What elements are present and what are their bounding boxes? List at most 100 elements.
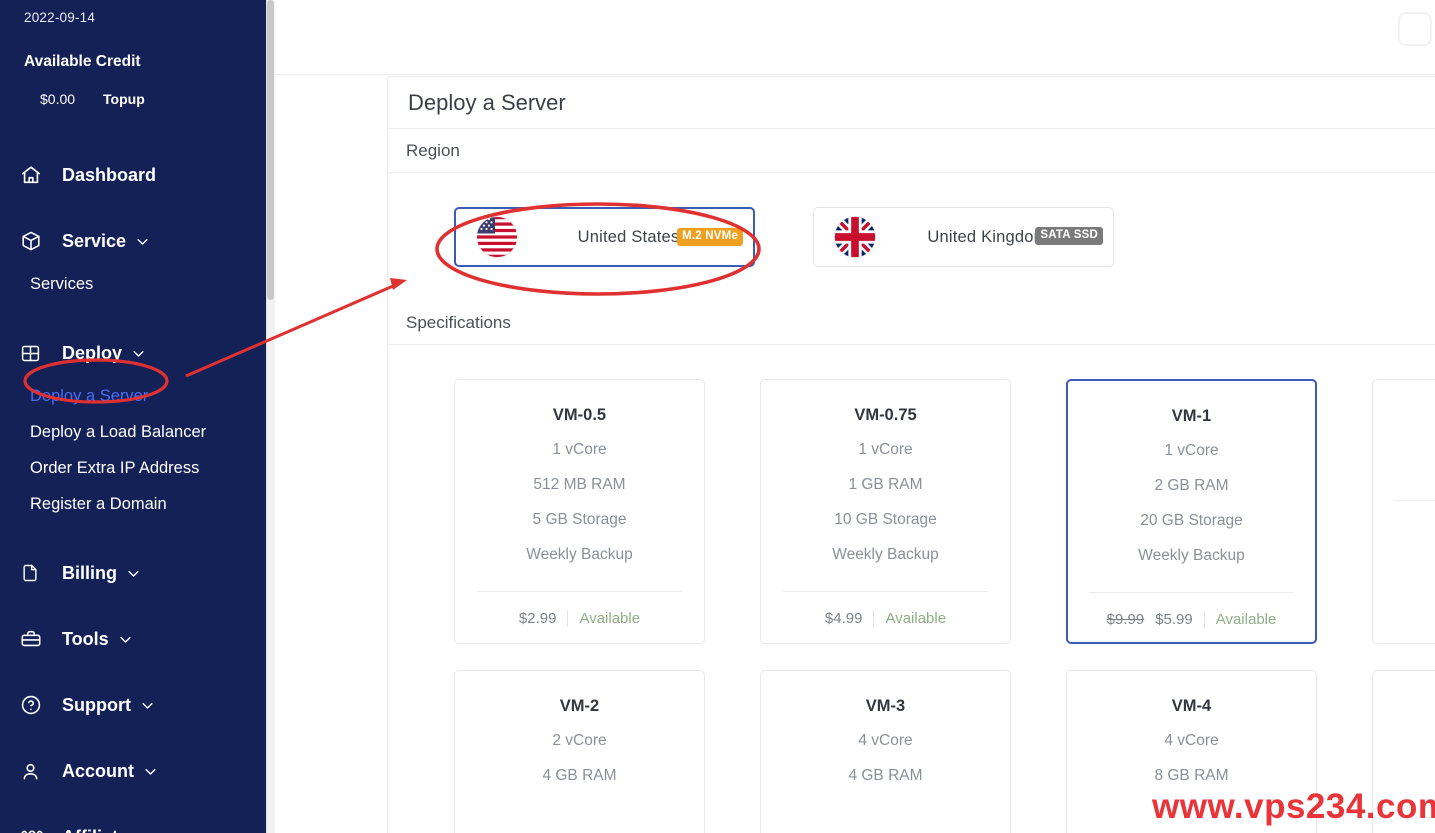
- nav-group-tools: Tools: [0, 614, 266, 664]
- document-icon: [20, 561, 50, 585]
- page-title: Deploy a Server: [388, 77, 1435, 129]
- spec-card-row2-partial[interactable]: [1372, 670, 1435, 833]
- users-icon: [20, 825, 50, 833]
- spec-card-partial[interactable]: $11: [1372, 379, 1435, 644]
- spec-vcore: 1 vCore: [1164, 442, 1219, 459]
- spec-status: Available: [885, 610, 947, 627]
- sidebar-item-tools[interactable]: Tools: [0, 614, 266, 664]
- sidebar-item-account[interactable]: Account: [0, 746, 266, 796]
- nav-group-account: Account: [0, 746, 266, 796]
- chevron-down-icon: [140, 698, 155, 713]
- main-content: Deploy a Server Region United States M.2…: [275, 0, 1435, 833]
- sidebar-item-register-a-domain[interactable]: Register a Domain: [0, 486, 266, 522]
- topbar-divider: [275, 74, 1435, 75]
- specifications-section-header: Specifications: [388, 301, 1435, 345]
- divider: [1395, 500, 1435, 501]
- spec-storage: 10 GB Storage: [834, 511, 937, 528]
- sidebar-item-label: Account: [62, 760, 134, 781]
- spec-card-vm-3[interactable]: VM-3 4 vCore 4 GB RAM: [760, 670, 1011, 833]
- spec-footer: $9.99 $5.99 Available: [1106, 611, 1277, 628]
- spec-ram: 4 GB RAM: [542, 767, 617, 784]
- sidebar-scrollbar-thumb[interactable]: [267, 0, 274, 300]
- spec-price-original: $9.99: [1106, 611, 1145, 628]
- sidebar-item-label: Service: [62, 230, 127, 251]
- spec-title: VM-2: [559, 697, 600, 715]
- spec-card-vm-0-75[interactable]: VM-0.75 1 vCore 1 GB RAM 10 GB Storage W…: [760, 379, 1011, 644]
- question-circle-icon: [20, 693, 50, 717]
- spec-backup: Weekly Backup: [1138, 547, 1245, 564]
- sidebar-item-deploy-a-load-balancer[interactable]: Deploy a Load Balancer: [0, 414, 266, 450]
- spec-card-vm-1[interactable]: VM-1 1 vCore 2 GB RAM 20 GB Storage Week…: [1066, 379, 1317, 644]
- spec-price: $5.99: [1155, 611, 1193, 628]
- spec-storage: 5 GB Storage: [532, 511, 627, 528]
- spec-vcore: 1 vCore: [552, 441, 607, 458]
- nav-group-support: Support: [0, 680, 266, 730]
- chevron-down-icon: [118, 632, 133, 647]
- region-card-united-states[interactable]: United States M.2 NVMe: [454, 207, 755, 267]
- nav-group-dashboard: Dashboard: [0, 150, 266, 200]
- region-section-header: Region: [388, 129, 1435, 173]
- credit-amount: $0.00: [40, 91, 76, 107]
- spec-card-vm-4[interactable]: VM-4 4 vCore 8 GB RAM: [1066, 670, 1317, 833]
- spec-title: VM-1: [1171, 407, 1212, 425]
- sidebar-item-dashboard[interactable]: Dashboard: [0, 150, 266, 200]
- sidebar-nav: Dashboard Service Services Deploy Deploy…: [0, 150, 266, 833]
- region-storage-badge: SATA SSD: [1035, 227, 1103, 245]
- user-icon: [20, 759, 50, 783]
- spec-footer: $2.99 Available: [519, 610, 640, 627]
- sidebar-item-label: Dashboard: [62, 164, 157, 185]
- spec-backup: Weekly Backup: [832, 546, 939, 563]
- app-root: 2022-09-14 Available Credit $0.00 Topup …: [0, 0, 1435, 833]
- home-icon: [20, 163, 50, 187]
- spec-card-vm-0-5[interactable]: VM-0.5 1 vCore 512 MB RAM 5 GB Storage W…: [454, 379, 705, 644]
- divider: [477, 591, 682, 592]
- sidebar-item-order-extra-ip-address[interactable]: Order Extra IP Address: [0, 450, 266, 486]
- sidebar-item-label: Support: [62, 694, 131, 715]
- spec-ram: 8 GB RAM: [1154, 767, 1229, 784]
- spec-title: VM-0.75: [854, 406, 917, 424]
- sidebar-item-deploy-a-server[interactable]: Deploy a Server: [0, 378, 266, 414]
- specifications-section-body: VM-0.5 1 vCore 512 MB RAM 5 GB Storage W…: [388, 345, 1435, 833]
- region-storage-badge: M.2 NVMe: [677, 228, 743, 246]
- topbar-action-button[interactable]: [1398, 12, 1432, 46]
- specification-cards: VM-0.5 1 vCore 512 MB RAM 5 GB Storage W…: [388, 379, 1435, 833]
- sidebar-item-billing[interactable]: Billing: [0, 548, 266, 598]
- spec-status: Available: [579, 610, 641, 627]
- chevron-down-icon: [135, 234, 150, 249]
- spec-card-vm-2[interactable]: VM-2 2 vCore 4 GB RAM: [454, 670, 705, 833]
- spec-ram: 4 GB RAM: [848, 767, 923, 784]
- box-icon: [20, 229, 50, 253]
- region-options: United States M.2 NVMe United Kingdom SA…: [388, 207, 1435, 267]
- region-card-united-kingdom[interactable]: United Kingdom SATA SSD: [813, 207, 1114, 267]
- spec-backup: Weekly Backup: [526, 546, 633, 563]
- spec-price: $4.99: [824, 610, 863, 627]
- chevron-down-icon: [131, 346, 146, 361]
- spec-ram: 2 GB RAM: [1154, 477, 1229, 494]
- sidebar-item-label: Affiliate: [62, 827, 128, 833]
- spec-ram: 1 GB RAM: [848, 476, 923, 493]
- sidebar-item-affiliate[interactable]: Affiliate: [0, 812, 266, 833]
- spec-status: Available: [1215, 611, 1277, 628]
- topup-button[interactable]: Topup: [103, 91, 145, 107]
- sidebar-item-support[interactable]: Support: [0, 680, 266, 730]
- spec-vcore: 1 vCore: [858, 441, 913, 458]
- spec-vcore: 2 vCore: [552, 732, 607, 749]
- divider: [1203, 611, 1205, 628]
- deploy-panel: Deploy a Server Region United States M.2…: [387, 76, 1435, 833]
- sidebar-item-services[interactable]: Services: [0, 266, 266, 302]
- toolbox-icon: [20, 627, 50, 651]
- region-section-body: United States M.2 NVMe United Kingdom SA…: [388, 173, 1435, 301]
- spec-vcore: 4 vCore: [858, 732, 913, 749]
- sidebar-item-label: Billing: [62, 562, 117, 583]
- spec-title: VM-3: [865, 697, 906, 715]
- sidebar-item-deploy[interactable]: Deploy: [0, 328, 266, 378]
- chevron-down-icon: [143, 764, 158, 779]
- sidebar-item-service[interactable]: Service: [0, 216, 266, 266]
- divider: [873, 610, 875, 627]
